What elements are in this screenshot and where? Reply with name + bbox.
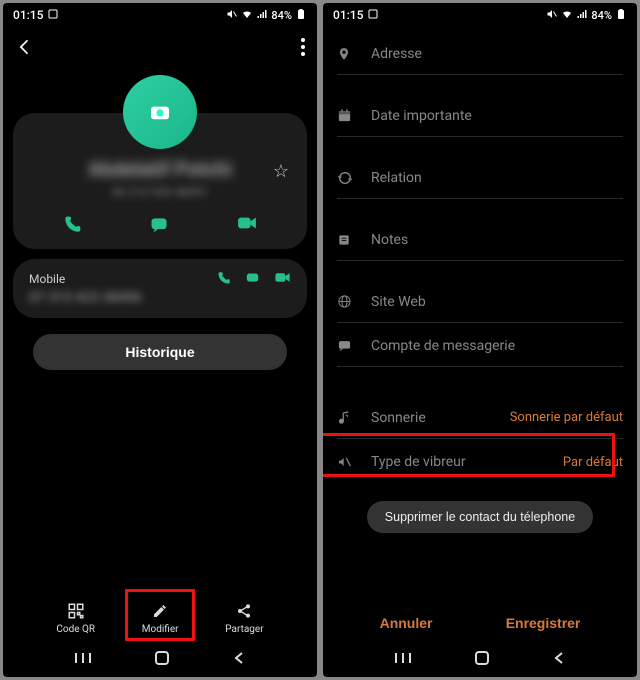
battery-icon (615, 8, 627, 23)
recents-icon[interactable] (74, 651, 92, 665)
vibration-label: Type de vibreur (371, 454, 466, 470)
relation-icon (337, 170, 357, 186)
home-icon[interactable] (154, 650, 170, 666)
notes-icon (337, 233, 357, 247)
qr-code-button[interactable]: Code QR (56, 601, 95, 635)
globe-icon (337, 294, 357, 309)
field-label: Relation (371, 170, 422, 186)
video-icon[interactable] (236, 215, 258, 235)
status-bar: 01:15 84% (323, 3, 637, 27)
recents-icon[interactable] (394, 651, 412, 665)
delete-contact-button[interactable]: Supprimer le contact du télephone (367, 501, 593, 533)
qr-label: Code QR (56, 624, 95, 635)
screenshot-icon (47, 8, 59, 23)
phone-number-card: Mobile 07 313 423 38496 (13, 259, 307, 318)
vibration-icon (337, 455, 357, 469)
android-navbar (3, 639, 317, 677)
share-button[interactable]: Partager (225, 601, 263, 635)
qr-icon (67, 601, 85, 621)
chat-icon (337, 338, 357, 353)
field-email[interactable]: Compte de messagerie (337, 323, 623, 367)
mute-icon (546, 8, 558, 23)
status-time: 01:15 (13, 8, 43, 22)
mute-icon (226, 8, 238, 23)
save-button[interactable]: Enregistrer (506, 615, 581, 631)
field-website[interactable]: Site Web (337, 279, 623, 323)
back-icon[interactable] (15, 37, 35, 57)
video-icon[interactable] (274, 271, 291, 286)
vibration-value: Par défaut (563, 455, 623, 470)
edit-field-list: Adresse Date importante Relation Notes (323, 27, 637, 533)
music-icon (337, 410, 357, 425)
field-label: Site Web (371, 294, 426, 310)
signal-icon (256, 8, 268, 23)
status-bar: 01:15 84% (3, 3, 317, 27)
home-icon[interactable] (474, 650, 490, 666)
contact-avatar[interactable] (123, 75, 197, 149)
wifi-icon (241, 8, 253, 23)
contact-subtitle: 06 212 920 48491 (29, 185, 291, 199)
location-icon (337, 45, 357, 63)
field-date[interactable]: Date importante (337, 93, 623, 137)
ringtone-value: Sonnerie par défaut (510, 410, 623, 425)
field-label: Date importante (371, 108, 472, 124)
field-vibration[interactable]: Type de vibreur Par défaut (337, 439, 623, 483)
battery-icon (295, 8, 307, 23)
wifi-icon (561, 8, 573, 23)
back-nav-icon[interactable] (232, 651, 246, 665)
cancel-button[interactable]: Annuler (380, 615, 433, 631)
screenshot-icon (367, 8, 379, 23)
battery-text: 84% (591, 9, 612, 22)
call-icon[interactable] (216, 271, 231, 286)
contact-edit-screen: 01:15 84% Adresse Date importante (323, 3, 637, 677)
field-ringtone[interactable]: Sonnerie Sonnerie par défaut (337, 395, 623, 439)
bottom-action-bar: Code QR Modifier Partager (3, 593, 317, 639)
back-nav-icon[interactable] (552, 651, 566, 665)
edit-button[interactable]: Modifier (142, 601, 179, 635)
pencil-icon (152, 601, 168, 621)
field-address[interactable]: Adresse (337, 31, 623, 75)
share-label: Partager (225, 624, 263, 635)
share-icon (236, 601, 252, 621)
call-icon[interactable] (62, 215, 82, 235)
number-type-label: Mobile (29, 272, 65, 286)
contact-view-screen: 01:15 84% (3, 3, 317, 677)
history-button[interactable]: Historique (33, 334, 287, 370)
phone-number: 07 313 423 38496 (29, 290, 291, 306)
top-bar (3, 27, 317, 67)
favorite-star-icon[interactable]: ☆ (273, 161, 289, 182)
edit-label: Modifier (142, 624, 179, 635)
battery-text: 84% (271, 9, 292, 22)
field-relation[interactable]: Relation (337, 155, 623, 199)
status-time: 01:15 (333, 8, 363, 22)
field-label: Notes (371, 232, 408, 248)
message-icon[interactable] (245, 271, 260, 286)
ringtone-label: Sonnerie (371, 410, 426, 426)
field-notes[interactable]: Notes (337, 217, 623, 261)
signal-icon (576, 8, 588, 23)
contact-name: Abdelatif Potchi (88, 157, 232, 181)
android-navbar (323, 639, 637, 677)
calendar-icon (337, 108, 357, 123)
field-label: Adresse (371, 46, 422, 62)
camera-icon (149, 103, 171, 121)
more-icon[interactable] (301, 38, 305, 56)
field-label: Compte de messagerie (371, 338, 515, 354)
save-cancel-bar: Annuler Enregistrer (323, 597, 637, 639)
message-icon[interactable] (149, 215, 169, 235)
